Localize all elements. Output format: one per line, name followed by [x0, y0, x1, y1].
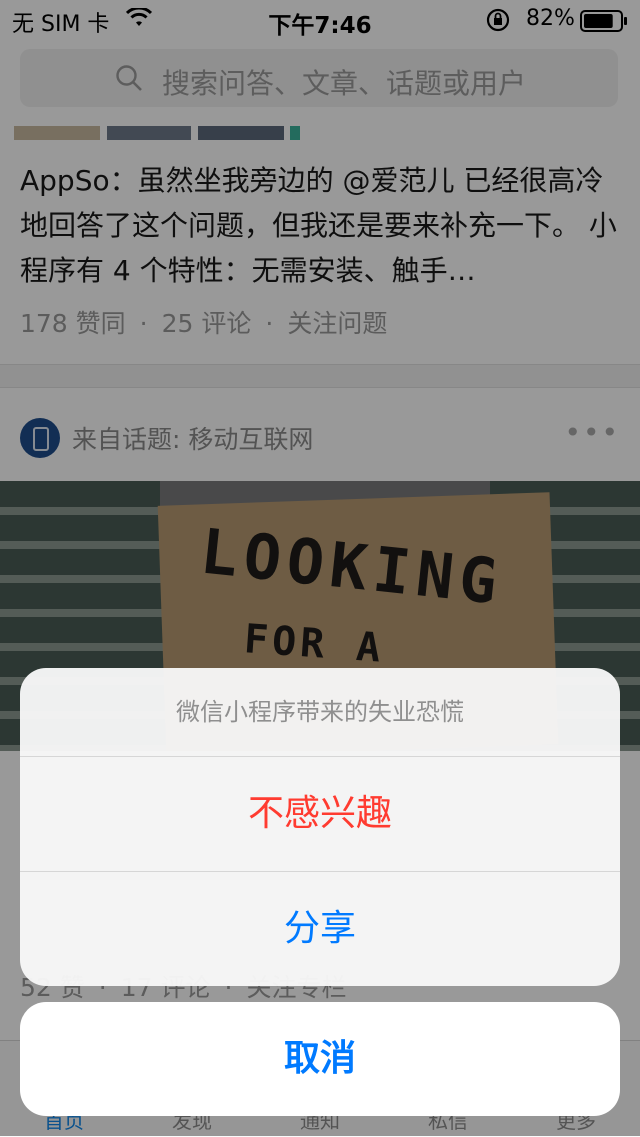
cancel-button[interactable]: 取消	[20, 1002, 620, 1116]
action-sheet: 微信小程序带来的失业恐慌 不感兴趣 分享	[20, 668, 620, 986]
action-sheet-title: 微信小程序带来的失业恐慌	[176, 698, 464, 726]
share-button[interactable]: 分享	[20, 872, 620, 986]
not-interested-button[interactable]: 不感兴趣	[20, 757, 620, 871]
